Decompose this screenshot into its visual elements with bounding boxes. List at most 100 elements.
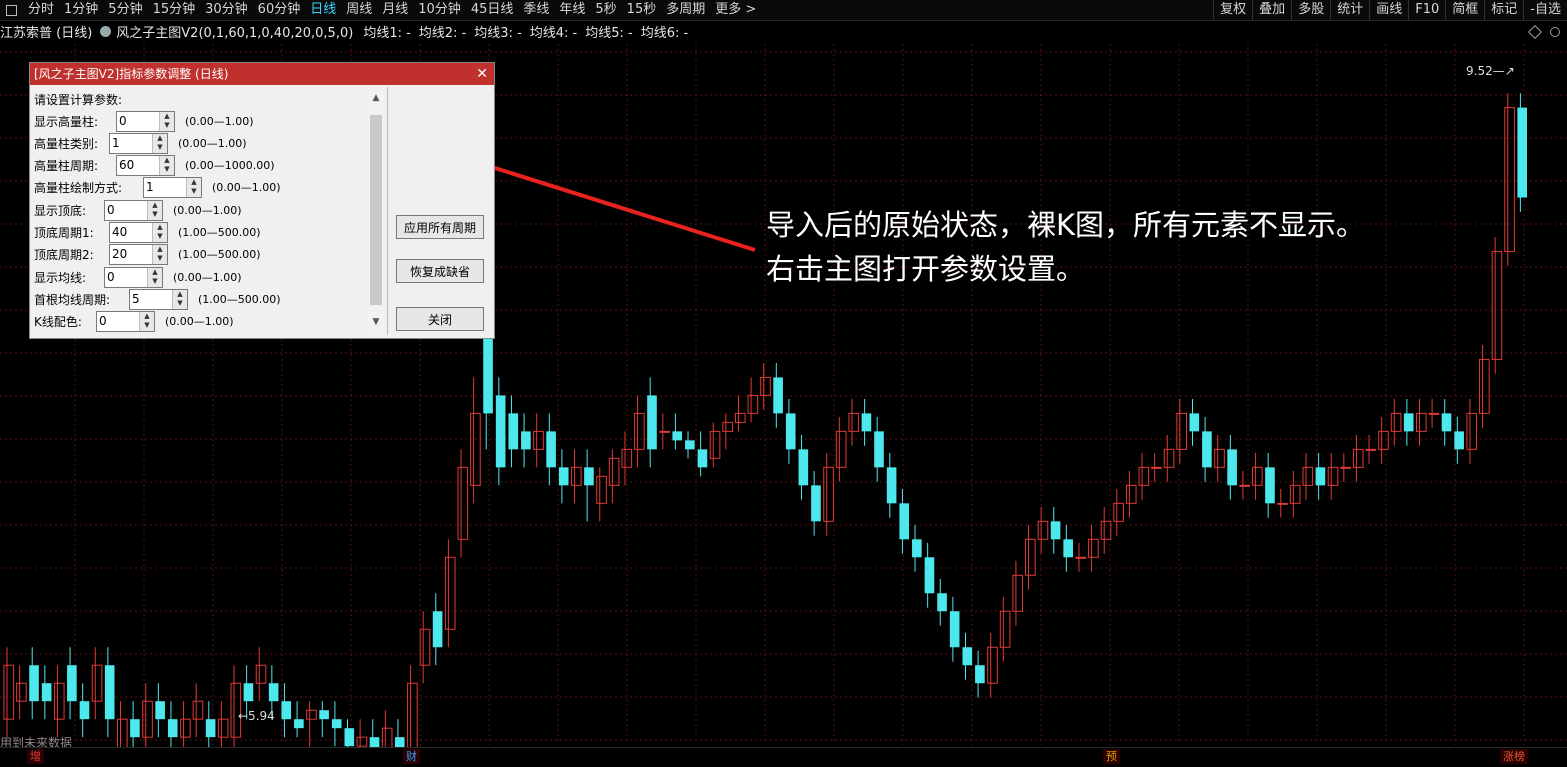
candle-body xyxy=(811,485,821,522)
candle-body xyxy=(1491,250,1503,360)
param-row: K线配色: 0 ▲ ▼ (0.00—1.00) xyxy=(34,311,234,333)
candle-body xyxy=(999,610,1011,648)
param-stepper[interactable]: 0 ▲ ▼ xyxy=(104,199,163,221)
param-row: 顶底周期2: 20 ▲ ▼ (1.00—500.00) xyxy=(34,244,261,266)
param-stepper[interactable]: 5 ▲ ▼ xyxy=(129,288,188,310)
close-icon[interactable]: ✕ xyxy=(476,63,488,85)
candle-body xyxy=(1151,466,1162,469)
stepper-arrows-icon[interactable]: ▲ ▼ xyxy=(139,312,154,332)
param-stepper[interactable]: 0 ▲ ▼ xyxy=(104,266,163,288)
candle-body xyxy=(53,682,65,720)
event-tag-0[interactable]: 增 xyxy=(27,749,44,764)
event-tag-1[interactable]: 财 xyxy=(403,749,420,764)
candle-body xyxy=(1189,413,1200,432)
param-row: 显示均线: 0 ▲ ▼ (0.00—1.00) xyxy=(34,266,242,288)
candle-body xyxy=(924,557,935,594)
candle-body xyxy=(1479,358,1490,414)
candle-body xyxy=(521,431,531,450)
param-stepper[interactable]: 40 ▲ ▼ xyxy=(109,222,168,243)
candle-body xyxy=(734,412,746,423)
candle-body xyxy=(344,728,355,747)
candle-body xyxy=(1340,466,1351,469)
candle-body xyxy=(987,646,998,684)
param-stepper[interactable]: 0 ▲ ▼ xyxy=(96,311,155,333)
candle-body xyxy=(79,701,90,720)
candle-body xyxy=(1428,412,1440,415)
param-stepper[interactable]: 60 ▲ ▼ xyxy=(116,155,175,177)
close-button[interactable]: 关闭 xyxy=(396,307,484,331)
candle-body xyxy=(608,457,620,486)
candle-body xyxy=(104,665,115,720)
param-value[interactable]: 1 xyxy=(110,134,152,153)
scroll-up-icon[interactable]: ▲ xyxy=(368,93,384,107)
param-range: (0.00—1.00) xyxy=(185,114,254,128)
param-stepper[interactable]: 0 ▲ ▼ xyxy=(116,110,175,132)
stepper-arrows-icon[interactable]: ▲ ▼ xyxy=(152,133,167,153)
candle-body xyxy=(1403,413,1414,432)
candle-body xyxy=(975,665,985,684)
param-stepper[interactable]: 1 ▲ ▼ xyxy=(109,132,168,154)
candle-body xyxy=(722,421,733,432)
candle-body xyxy=(773,377,783,414)
candle-body xyxy=(1227,449,1237,486)
param-range: (0.00—1.00) xyxy=(178,136,247,150)
candle-body xyxy=(1265,467,1275,504)
param-value[interactable]: 0 xyxy=(117,112,159,131)
candle-body xyxy=(672,431,683,441)
param-value[interactable]: 20 xyxy=(110,245,152,264)
param-label: 高量柱周期: xyxy=(34,159,99,174)
apply-all-periods-button[interactable]: 应用所有周期 xyxy=(396,215,484,239)
param-label: 顶底周期2: xyxy=(34,248,94,263)
stepper-arrows-icon[interactable]: ▲ ▼ xyxy=(152,223,167,242)
candle-body xyxy=(1012,574,1024,612)
param-value[interactable]: 40 xyxy=(110,223,152,242)
param-range: (1.00—500.00) xyxy=(178,248,261,262)
param-row: 高量柱周期: 60 ▲ ▼ (0.00—1000.00) xyxy=(34,155,275,177)
candle-body xyxy=(785,413,796,450)
candle-body xyxy=(356,736,368,747)
candle-body xyxy=(91,664,103,702)
candle-body xyxy=(1113,502,1124,522)
param-value[interactable]: 0 xyxy=(105,268,147,287)
param-stepper[interactable]: 1 ▲ ▼ xyxy=(143,177,202,199)
candle-body xyxy=(634,412,645,450)
param-value[interactable]: 5 xyxy=(130,290,172,309)
param-label: 高量柱类别: xyxy=(34,136,99,151)
candle-body xyxy=(899,503,910,540)
candle-body xyxy=(886,467,897,504)
param-range: (0.00—1.00) xyxy=(173,270,242,284)
stepper-arrows-icon[interactable]: ▲ ▼ xyxy=(186,178,201,198)
candle-body xyxy=(1075,556,1087,559)
param-row: 显示高量柱: 0 ▲ ▼ (0.00—1.00) xyxy=(34,110,254,132)
param-label: 显示顶底: xyxy=(34,203,87,218)
dialog-title: [风之子主图V2]指标参数调整 (日线) xyxy=(34,67,229,81)
candle-body xyxy=(697,449,708,468)
event-tag-2[interactable]: 预 xyxy=(1103,749,1120,764)
restore-defaults-button[interactable]: 恢复成缺省 xyxy=(396,259,484,283)
stepper-arrows-icon[interactable]: ▲ ▼ xyxy=(147,200,162,220)
scroll-thumb[interactable] xyxy=(370,115,382,305)
candle-body xyxy=(1037,520,1049,540)
candle-body xyxy=(1252,466,1263,486)
param-stepper[interactable]: 20 ▲ ▼ xyxy=(109,244,168,266)
param-row: 顶底周期1: 40 ▲ ▼ (1.00—500.00) xyxy=(34,222,261,243)
stepper-arrows-icon[interactable]: ▲ ▼ xyxy=(159,156,174,176)
candle-body xyxy=(432,611,443,648)
candle-body xyxy=(1466,412,1478,450)
scroll-down-icon[interactable]: ▼ xyxy=(368,317,384,331)
candle-body xyxy=(937,593,947,612)
event-tag-3[interactable]: 涨榜 xyxy=(1500,749,1528,764)
candle-body xyxy=(1365,448,1377,451)
param-value[interactable]: 60 xyxy=(117,156,159,175)
candle-body xyxy=(243,683,254,702)
stepper-arrows-icon[interactable]: ▲ ▼ xyxy=(152,245,167,265)
annotation-line-2: 右击主图打开参数设置。 xyxy=(766,252,1086,286)
candle-body xyxy=(823,466,834,522)
param-value[interactable]: 0 xyxy=(105,201,147,220)
stepper-arrows-icon[interactable]: ▲ ▼ xyxy=(172,289,187,309)
stepper-arrows-icon[interactable]: ▲ ▼ xyxy=(159,111,174,131)
stepper-arrows-icon[interactable]: ▲ ▼ xyxy=(147,267,162,287)
param-value[interactable]: 1 xyxy=(144,178,186,197)
params-scrollbar[interactable]: ▲ ▼ xyxy=(368,91,384,333)
param-value[interactable]: 0 xyxy=(97,312,139,331)
